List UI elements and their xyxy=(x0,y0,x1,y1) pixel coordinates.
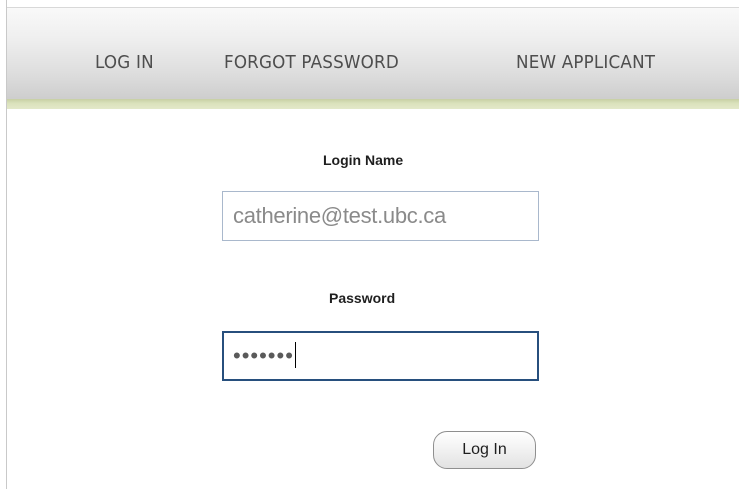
password-masked-value: ••••••• xyxy=(233,343,294,368)
nav-forgot-password-link[interactable]: FORGOT PASSWORD xyxy=(224,52,399,73)
login-name-input[interactable]: catherine@test.ubc.ca xyxy=(222,191,539,241)
login-page: LOG IN FORGOT PASSWORD NEW APPLICANT Log… xyxy=(0,0,739,489)
top-navigation-bar: LOG IN FORGOT PASSWORD NEW APPLICANT xyxy=(7,7,739,100)
login-name-label: Login Name xyxy=(323,152,404,168)
nav-log-in-link[interactable]: LOG IN xyxy=(95,52,154,73)
log-in-button[interactable]: Log In xyxy=(433,431,536,469)
text-caret xyxy=(294,342,296,369)
nav-new-applicant-link[interactable]: NEW APPLICANT xyxy=(516,52,655,73)
password-input[interactable]: ••••••• xyxy=(222,331,539,381)
login-name-value: catherine@test.ubc.ca xyxy=(233,203,446,228)
nav-accent-strip xyxy=(7,99,739,109)
password-label: Password xyxy=(329,290,396,306)
